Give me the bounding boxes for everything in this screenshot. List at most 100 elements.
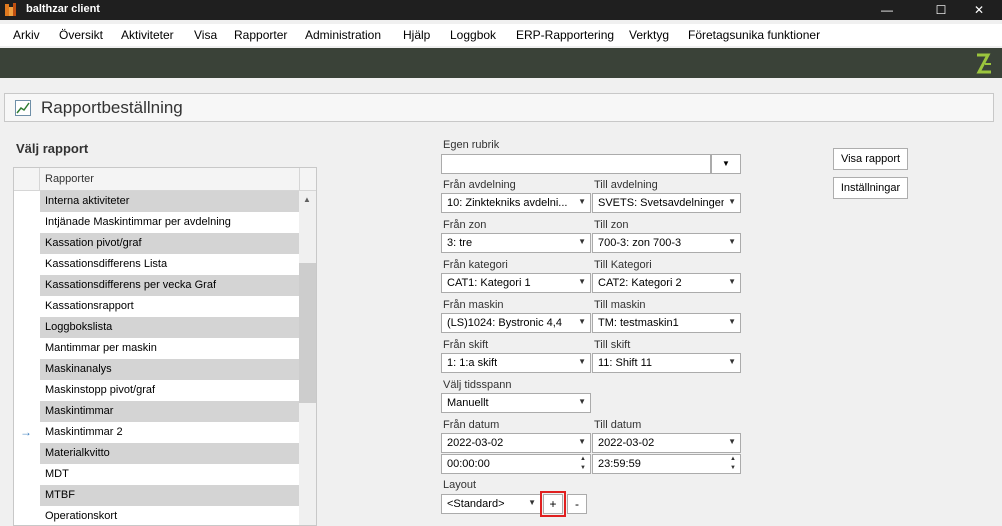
- row-label: Kassationsrapport: [45, 300, 134, 312]
- report-chart-icon: [15, 100, 31, 116]
- fran-maskin-select[interactable]: (LS)1024: Bystronic 4,4 ▼: [441, 313, 591, 333]
- fran-datum-picker[interactable]: 2022-03-02 ▼: [441, 433, 591, 453]
- menu-visa[interactable]: Visa: [194, 28, 217, 42]
- chevron-down-icon: ▼: [728, 277, 736, 286]
- spin-up-icon[interactable]: ▲: [730, 456, 736, 462]
- chevron-down-icon: ▼: [578, 237, 586, 246]
- fran-zon-label: Från zon: [443, 219, 487, 231]
- scrollbar-thumb[interactable]: [299, 263, 316, 403]
- table-row[interactable]: Materialkvitto: [14, 443, 299, 464]
- remove-layout-button[interactable]: -: [567, 494, 587, 514]
- till-datum-picker[interactable]: 2022-03-02 ▼: [592, 433, 741, 453]
- visa-rapport-button[interactable]: Visa rapport: [833, 148, 908, 170]
- till-avdelning-select[interactable]: SVETS: Svetsavdelningen ▼: [592, 193, 741, 213]
- spin-up-icon[interactable]: ▲: [580, 456, 586, 462]
- menu-arkiv[interactable]: Arkiv: [13, 28, 40, 42]
- chevron-down-icon: ▼: [528, 498, 536, 507]
- fran-tid-spinner[interactable]: 00:00:00 ▲ ▼: [441, 454, 591, 474]
- egen-rubrik-label: Egen rubrik: [443, 139, 500, 151]
- fran-zon-select[interactable]: 3: tre ▼: [441, 233, 591, 253]
- till-maskin-select[interactable]: TM: testmaskin1 ▼: [592, 313, 741, 333]
- report-list-label: Välj rapport: [16, 141, 89, 156]
- egen-rubrik-dropdown-button[interactable]: ▼: [711, 154, 741, 174]
- fran-kategori-select[interactable]: CAT1: Kategori 1 ▼: [441, 273, 591, 293]
- menu-rapporter[interactable]: Rapporter: [234, 28, 287, 42]
- tidsspann-label: Välj tidsspann: [443, 379, 512, 391]
- spin-down-icon[interactable]: ▼: [580, 465, 586, 471]
- table-row[interactable]: MDT: [14, 464, 299, 485]
- chevron-down-icon: ▼: [578, 277, 586, 286]
- menu-aktiviteter[interactable]: Aktiviteter: [121, 28, 174, 42]
- menu-foretagsunika-funktioner[interactable]: Företagsunika funktioner: [688, 28, 820, 42]
- till-avdelning-label: Till avdelning: [594, 179, 658, 191]
- menu-loggbok[interactable]: Loggbok: [450, 28, 496, 42]
- table-row[interactable]: Maskinstopp pivot/graf: [14, 380, 299, 401]
- chevron-down-icon: ▼: [578, 437, 586, 446]
- chevron-down-icon: ▼: [578, 357, 586, 366]
- table-row[interactable]: Operationskort: [14, 506, 299, 525]
- menu-erp-rapportering[interactable]: ERP-Rapportering: [516, 28, 614, 42]
- chevron-down-icon: ▼: [722, 159, 730, 168]
- table-row[interactable]: MTBF: [14, 485, 299, 506]
- column-header-rapporter[interactable]: Rapporter: [45, 173, 94, 185]
- till-tid-spinner[interactable]: 23:59:59 ▲ ▼: [592, 454, 741, 474]
- fran-skift-label: Från skift: [443, 339, 489, 351]
- menu-oversikt[interactable]: Översikt: [59, 28, 103, 42]
- installningar-button[interactable]: Inställningar: [833, 177, 908, 199]
- table-row[interactable]: Kassationsdifferens Lista: [14, 254, 299, 275]
- table-row[interactable]: Kassationsdifferens per vecka Graf: [14, 275, 299, 296]
- row-label: Kassationsdifferens Lista: [45, 258, 168, 270]
- current-row-arrow-icon: →: [20, 425, 32, 439]
- page-header: Rapportbeställning: [4, 93, 994, 122]
- till-kategori-label: Till Kategori: [594, 259, 652, 271]
- row-label: MTBF: [45, 489, 75, 501]
- window-title: balthzar client: [26, 3, 100, 15]
- highlight-box: [540, 491, 566, 517]
- grid-scrollbar[interactable]: ▲: [299, 191, 316, 525]
- menu-hjalp[interactable]: Hjälp: [403, 28, 430, 42]
- scroll-up-icon[interactable]: ▲: [303, 195, 311, 204]
- egen-rubrik-input[interactable]: [441, 154, 711, 174]
- table-row[interactable]: Intjänade Maskintimmar per avdelning: [14, 212, 299, 233]
- balthzar-app-icon: [5, 3, 16, 16]
- tidsspann-select[interactable]: Manuellt ▼: [441, 393, 591, 413]
- till-kategori-select[interactable]: CAT2: Kategori 2 ▼: [592, 273, 741, 293]
- fran-datum-label: Från datum: [443, 419, 500, 431]
- grid-header: Rapporter: [14, 168, 316, 191]
- chevron-down-icon: ▼: [728, 357, 736, 366]
- spin-down-icon[interactable]: ▼: [730, 465, 736, 471]
- menu-verktyg[interactable]: Verktyg: [629, 28, 669, 42]
- fran-avdelning-label: Från avdelning: [443, 179, 516, 191]
- fran-maskin-label: Från maskin: [443, 299, 504, 311]
- grid-header-scroll-corner: [299, 168, 316, 191]
- layout-select[interactable]: <Standard> ▼: [441, 494, 541, 514]
- menu-bar: Arkiv Översikt Aktiviteter Visa Rapporte…: [0, 24, 1002, 46]
- title-bar: balthzar client — ☐ ✕: [0, 0, 1002, 20]
- till-datum-label: Till datum: [594, 419, 642, 431]
- table-row[interactable]: Maskintimmar: [14, 401, 299, 422]
- close-button[interactable]: ✕: [956, 0, 1002, 20]
- minimize-button[interactable]: —: [864, 0, 910, 20]
- row-label: Operationskort: [45, 510, 118, 522]
- table-row[interactable]: Loggbokslista: [14, 317, 299, 338]
- chevron-down-icon: ▼: [728, 237, 736, 246]
- menu-administration[interactable]: Administration: [305, 28, 381, 42]
- till-skift-label: Till skift: [594, 339, 631, 351]
- table-row[interactable]: Mantimmar per maskin: [14, 338, 299, 359]
- fran-avdelning-select[interactable]: 10: Zinktekniks avdelni... ▼: [441, 193, 591, 213]
- till-zon-select[interactable]: 700-3: zon 700-3 ▼: [592, 233, 741, 253]
- till-maskin-label: Till maskin: [594, 299, 646, 311]
- table-row[interactable]: Kassationsrapport: [14, 296, 299, 317]
- fran-skift-select[interactable]: 1: 1:a skift ▼: [441, 353, 591, 373]
- row-label: Intjänade Maskintimmar per avdelning: [45, 216, 231, 228]
- table-row[interactable]: Maskinanalys: [14, 359, 299, 380]
- till-skift-select[interactable]: 11: Shift 11 ▼: [592, 353, 741, 373]
- row-label: Kassationsdifferens per vecka Graf: [45, 279, 216, 291]
- row-label: Maskintimmar: [45, 405, 114, 417]
- chevron-down-icon: ▼: [728, 317, 736, 326]
- table-row[interactable]: Kassation pivot/graf: [14, 233, 299, 254]
- page-title: Rapportbeställning: [41, 98, 183, 117]
- table-row[interactable]: Interna aktiviteter: [14, 191, 299, 212]
- table-row-current[interactable]: → Maskintimmar 2: [14, 422, 299, 443]
- report-grid[interactable]: Rapporter Interna aktiviteter Intjänade …: [13, 167, 317, 526]
